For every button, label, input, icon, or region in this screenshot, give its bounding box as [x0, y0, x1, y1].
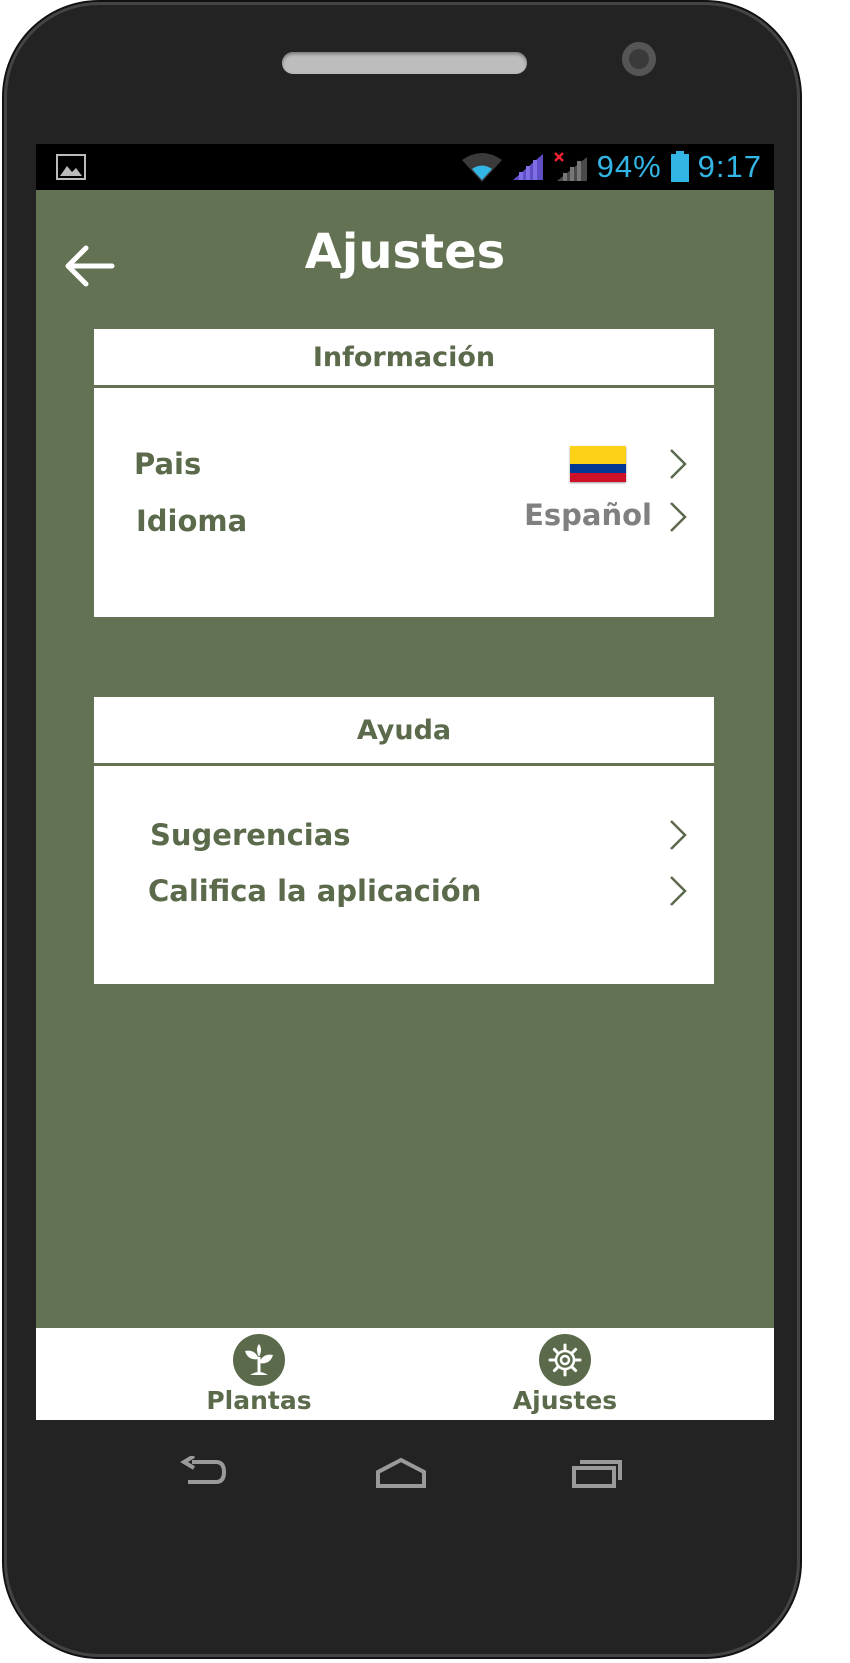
rate-app-label: Califica la aplicación — [148, 874, 482, 908]
plant-icon — [233, 1334, 285, 1386]
back-icon[interactable] — [180, 1456, 226, 1490]
no-signal-icon — [553, 152, 587, 181]
phone-camera — [622, 42, 656, 76]
phone-speaker — [282, 52, 527, 74]
app-screen: 94% 9:17 Ajustes Información Pais Idioma… — [36, 144, 774, 1420]
suggestions-label: Sugerencias — [150, 818, 351, 852]
signal-icon — [512, 154, 543, 180]
country-label: Pais — [134, 447, 202, 481]
help-card: Ayuda Sugerencias Califica la aplicación — [94, 697, 714, 984]
phone-frame: 94% 9:17 Ajustes Información Pais Idioma… — [4, 2, 800, 1657]
nav-label-settings: Ajustes — [512, 1386, 618, 1415]
gear-icon — [539, 1334, 591, 1386]
settings-row-suggestions[interactable]: Sugerencias — [94, 811, 714, 859]
nav-item-plants[interactable]: Plantas — [159, 1334, 359, 1420]
chevron-right-icon — [670, 449, 687, 479]
status-right: 94% 9:17 — [461, 144, 762, 190]
colombia-flag-icon — [570, 446, 626, 482]
clock: 9:17 — [697, 149, 762, 184]
settings-row-language[interactable]: Idioma Español — [94, 498, 714, 548]
status-bar: 94% 9:17 — [36, 144, 774, 190]
recent-apps-icon[interactable] — [570, 1456, 622, 1490]
chevron-right-icon — [670, 876, 687, 906]
home-icon[interactable] — [374, 1456, 428, 1490]
nav-item-settings[interactable]: Ajustes — [465, 1334, 665, 1420]
info-card: Información Pais Idioma Español — [94, 329, 714, 617]
language-label: Idioma — [136, 504, 248, 538]
bottom-navigation: Plantas Ajustes — [36, 1328, 774, 1420]
wifi-icon — [461, 153, 502, 182]
settings-row-rate-app[interactable]: Califica la aplicación — [94, 867, 714, 915]
image-icon — [56, 154, 86, 180]
help-card-title: Ayuda — [94, 697, 714, 766]
settings-row-country[interactable]: Pais — [94, 440, 714, 488]
battery-icon — [670, 151, 689, 182]
nav-label-plants: Plantas — [206, 1386, 312, 1415]
info-card-title: Información — [94, 329, 714, 388]
chevron-right-icon — [670, 820, 687, 850]
language-value: Español — [524, 498, 652, 532]
battery-percent: 94% — [596, 149, 662, 184]
page-title: Ajustes — [304, 224, 506, 280]
chevron-right-icon — [670, 502, 687, 532]
